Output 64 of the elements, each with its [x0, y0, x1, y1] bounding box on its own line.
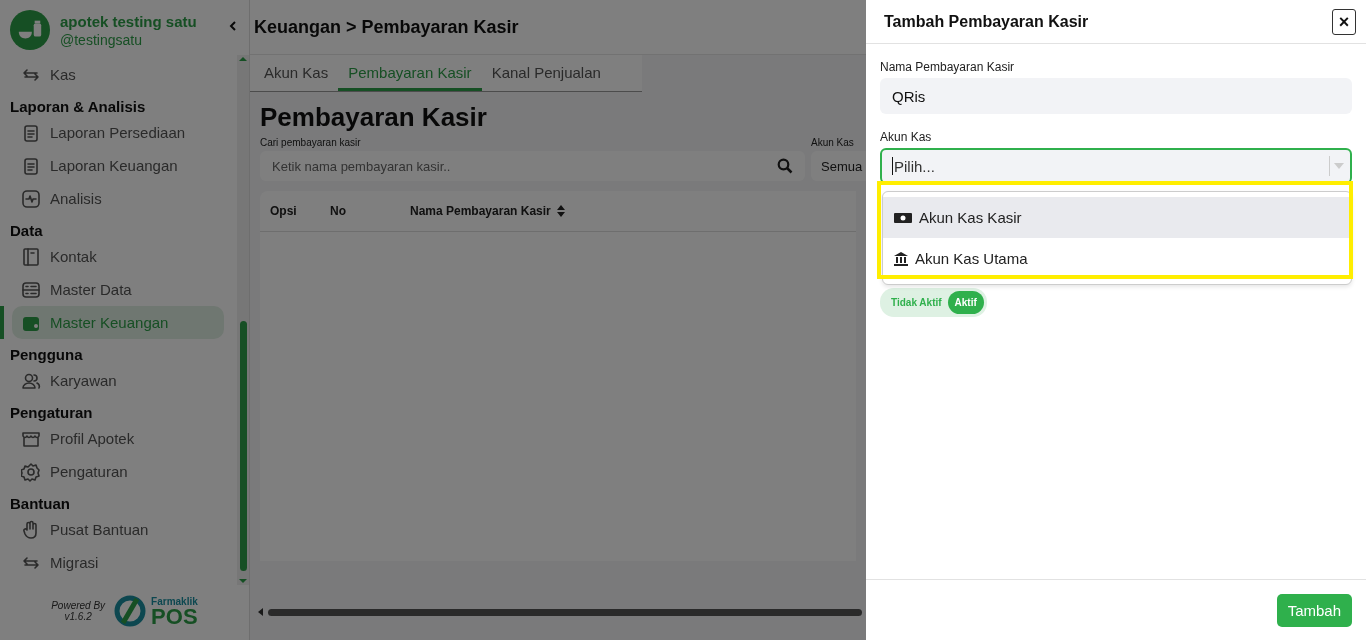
tab[interactable]: Kanal Penjualan — [481, 55, 611, 91]
sidebar-item[interactable]: Kontak — [12, 240, 224, 273]
close-button[interactable]: × — [1332, 8, 1356, 35]
collapse-chevron-icon[interactable] — [228, 20, 238, 32]
bank-icon — [893, 250, 909, 267]
scroll-left-arrow-icon[interactable] — [258, 608, 264, 616]
status-toggle[interactable]: Tidak Aktif Aktif — [880, 288, 987, 317]
sidebar-item[interactable]: Analisis — [12, 182, 224, 215]
store-handle: @testingsatu — [60, 31, 143, 48]
section-heading: Pengguna — [9, 345, 84, 364]
scrollbar[interactable] — [237, 55, 249, 585]
store-name: apotek testing satu — [60, 12, 197, 30]
gear-icon — [21, 461, 41, 482]
sidebar-item[interactable]: Kas — [12, 58, 224, 91]
tab[interactable]: Pembayaran Kasir — [338, 55, 482, 91]
banknote-icon — [893, 210, 913, 225]
submit-button[interactable]: Tambah — [1276, 593, 1352, 627]
sidebar-item[interactable]: Karyawan — [12, 364, 224, 397]
search-field[interactable]: Ketik nama pembayaran kasir.. — [260, 151, 805, 181]
drawer-title: Tambah Pembayaran Kasir — [884, 12, 1089, 31]
brand-logo-icon — [113, 595, 148, 627]
search-label: Cari pembayaran kasir — [260, 137, 362, 148]
filter-dropdown[interactable]: Semua — [811, 151, 866, 181]
page-title: Pembayaran Kasir — [260, 102, 488, 133]
clipboard-icon — [21, 122, 41, 143]
product-name: POS — [151, 606, 198, 627]
scroll-down-arrow-icon[interactable] — [238, 577, 248, 585]
section-heading: Laporan & Analisis — [9, 97, 147, 116]
horizontal-scrollbar[interactable] — [258, 608, 862, 616]
section-heading: Pengaturan — [9, 403, 94, 422]
sidebar-item[interactable]: Pusat Bantuan — [12, 513, 224, 546]
sidebar-item[interactable]: Master Data — [12, 273, 224, 306]
sidebar-item[interactable]: Profil Apotek — [12, 422, 224, 455]
caret-icon — [1334, 163, 1344, 169]
filter-label: Akun Kas — [811, 137, 854, 148]
dropdown-option[interactable]: Akun Kas Utama — [883, 238, 1351, 279]
version-label: v1.6.2 — [63, 611, 93, 622]
clipboard-icon — [21, 155, 41, 176]
column-header: Opsi — [270, 204, 298, 218]
contact-book-icon — [21, 246, 41, 267]
tab[interactable]: Akun Kas — [254, 55, 339, 91]
section-heading: Data — [9, 221, 44, 240]
brand-name: Farmaklik — [151, 595, 198, 607]
active-indicator — [0, 306, 4, 339]
column-header: No — [330, 204, 347, 218]
powered-by-label: Powered By — [51, 600, 106, 611]
store-logo — [10, 10, 50, 50]
dropdown-option[interactable]: Akun Kas Kasir — [883, 197, 1351, 238]
sidebar-item[interactable]: Pengaturan — [12, 455, 224, 488]
field-label: Nama Pembayaran Kasir — [880, 60, 1016, 74]
sort-icon[interactable] — [556, 205, 565, 217]
field-label: Akun Kas — [880, 130, 933, 144]
input-field[interactable]: QRis — [880, 78, 1352, 114]
select-field[interactable]: Pilih... — [880, 148, 1352, 184]
sidebar-item[interactable]: Laporan Keuangan — [12, 149, 224, 182]
scroll-up-arrow-icon[interactable] — [238, 55, 248, 63]
list-card-icon — [21, 279, 41, 300]
sidebar-item[interactable]: Migrasi — [12, 546, 224, 579]
search-icon[interactable] — [777, 158, 793, 174]
sidebar-item[interactable]: Laporan Persediaan — [12, 116, 224, 149]
section-heading: Bantuan — [9, 494, 71, 513]
breadcrumb: Keuangan > Pembayaran Kasir — [254, 16, 519, 38]
column-header[interactable]: Nama Pembayaran Kasir — [410, 204, 565, 218]
pulse-icon — [21, 188, 41, 209]
